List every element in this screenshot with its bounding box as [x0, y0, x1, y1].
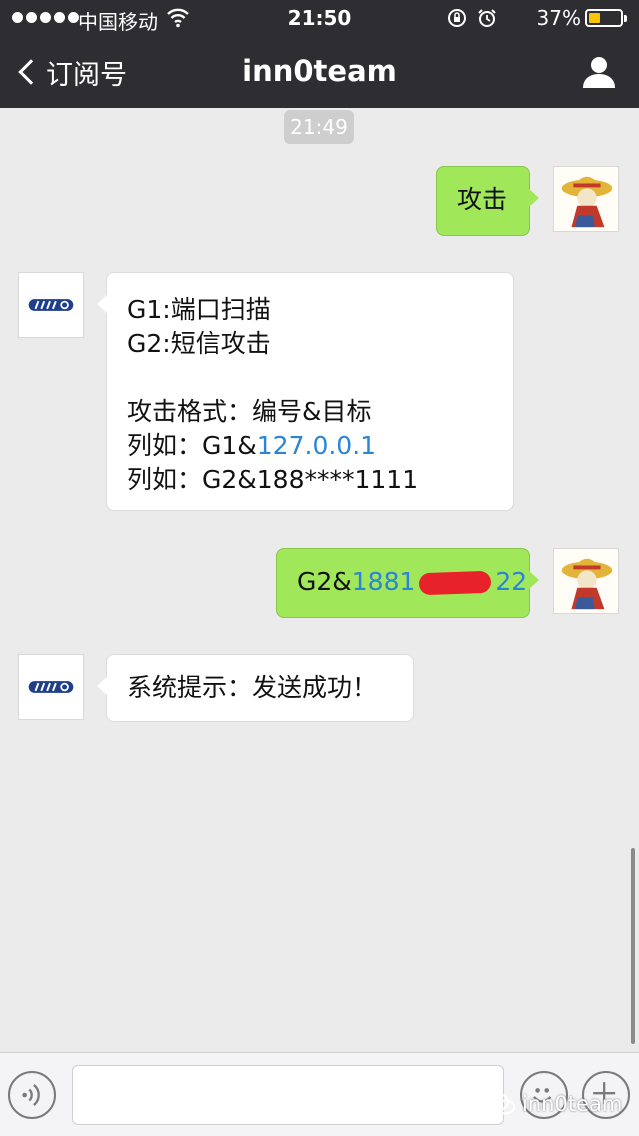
- person-icon[interactable]: [581, 54, 617, 90]
- wechat-icon: [487, 1093, 515, 1115]
- phone-link-end: 22: [495, 567, 528, 596]
- battery-fill: [589, 13, 601, 23]
- message-line: 列如：G1&127.0.0.1: [127, 429, 513, 463]
- alarm-icon: [478, 9, 496, 27]
- scrollbar[interactable]: [631, 848, 635, 1044]
- message-line: [127, 361, 513, 395]
- message-bubble-outgoing[interactable]: 攻击: [436, 166, 539, 236]
- message-bubble-outgoing[interactable]: G2&1881 22: [276, 548, 539, 618]
- page-title: inn0team: [242, 54, 397, 88]
- time-badge: 21:49: [284, 110, 354, 144]
- phone-link[interactable]: 1881 22: [352, 567, 527, 596]
- watermark: inn0team: [486, 1092, 622, 1116]
- message-text: 系统提示：发送成功！: [127, 673, 378, 702]
- avatar[interactable]: [553, 548, 619, 614]
- message-bubble-incoming[interactable]: 系统提示：发送成功！: [97, 654, 414, 722]
- message-line: G2:短信攻击: [127, 329, 271, 358]
- status-bar: 中国移动 21:50 37%: [0, 0, 639, 36]
- message-prefix: G2&: [297, 567, 352, 596]
- battery-icon: [585, 9, 627, 27]
- team-logo-icon: [19, 655, 83, 719]
- ip-link[interactable]: 127.0.0.1: [257, 431, 376, 460]
- user-avatar-image: [554, 549, 618, 613]
- phone-link-start: 1881: [351, 567, 416, 596]
- message-line-text: 列如：G1&: [127, 431, 257, 460]
- team-logo-icon: [19, 273, 83, 337]
- message-line: G2&1881 22: [297, 565, 529, 599]
- orientation-lock-icon: [448, 9, 466, 27]
- message-input[interactable]: [72, 1065, 504, 1125]
- redaction-mark: [419, 570, 492, 596]
- message-bubble-incoming[interactable]: G1:端口扫描 G2:短信攻击 攻击格式：编号&目标 列如：G1&127.0.0…: [97, 272, 514, 511]
- avatar[interactable]: [18, 272, 84, 338]
- avatar[interactable]: [553, 166, 619, 232]
- watermark-text: inn0team: [522, 1092, 623, 1116]
- message-line: 列如：G2&188****1111: [127, 465, 419, 494]
- battery-percent: 37%: [536, 6, 581, 30]
- user-avatar-image: [554, 167, 618, 231]
- chat-area[interactable]: 21:49 攻击 G1:端口扫描 G2:短信攻击 攻击格式：编号&目标 列如：G…: [0, 108, 639, 1052]
- top-bar: 中国移动 21:50 37% 订阅号 inn0team: [0, 0, 639, 108]
- message-line: 攻击格式：编号&目标: [127, 397, 372, 426]
- avatar[interactable]: [18, 654, 84, 720]
- voice-icon[interactable]: [8, 1071, 56, 1119]
- message-line: G1:端口扫描: [127, 295, 271, 324]
- message-text: 攻击: [457, 185, 508, 214]
